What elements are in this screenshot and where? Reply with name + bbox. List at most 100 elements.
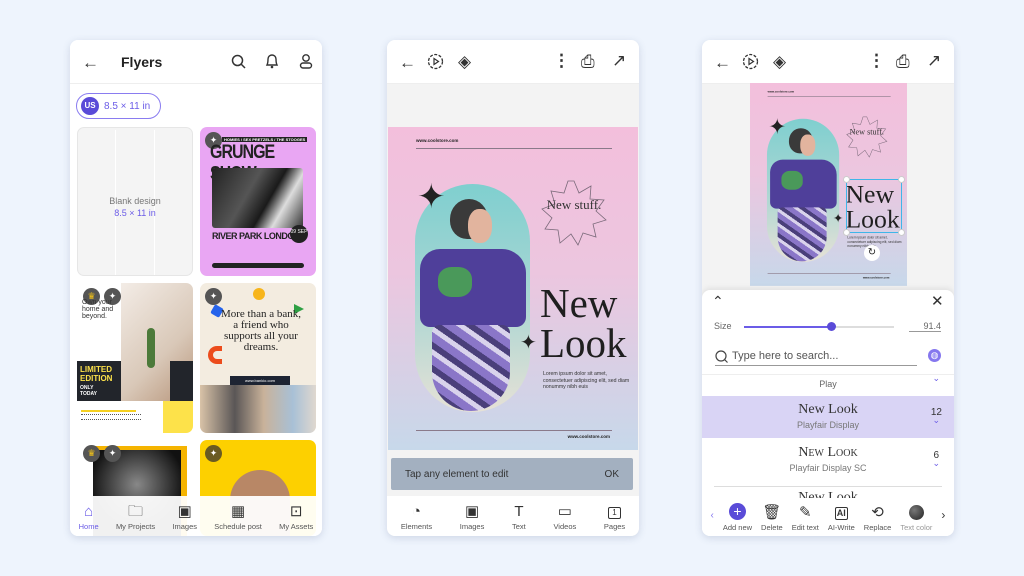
nav-my-assets[interactable]: ⊡ My Assets (279, 504, 313, 531)
template-limited-edition[interactable]: ♛ ✦ Own your home and beyond. LIMITED ED… (77, 283, 193, 433)
headline-look[interactable]: Look (540, 323, 627, 364)
limited-box: LIMITED EDITION ONLY TODAY (77, 361, 121, 401)
globe-icon[interactable]: ◍ (928, 349, 941, 362)
tool-label: Replace (863, 523, 892, 532)
layers-icon[interactable]: ◈ (458, 53, 471, 70)
date-badge: 09 SEP (290, 225, 308, 243)
chevron-down-icon[interactable]: ⌄ (932, 458, 940, 469)
person-shorts (777, 207, 827, 262)
profile-icon[interactable] (299, 53, 313, 69)
chip-label: 8.5 × 11 in (104, 100, 151, 112)
editor-toolbar: ← ◈ ⋮ ⎙ ↗ (387, 40, 639, 84)
back-arrow-icon[interactable]: ← (82, 54, 99, 71)
bell-icon[interactable] (265, 53, 279, 69)
nav-images[interactable]: ▣ Images (172, 504, 197, 531)
magic-icon: ✦ (205, 445, 222, 462)
tool-edit-text[interactable]: ✎ Edit text (792, 505, 819, 532)
shapes-icon: ◔ (411, 503, 421, 520)
size-value-input[interactable]: 91.4 (909, 321, 941, 332)
flyer-url: www.coolstore.com (767, 89, 795, 94)
blank-design-card[interactable]: Blank design 8.5 × 11 in (77, 127, 193, 276)
tool-label: Add new (722, 523, 753, 532)
video-icon: ▭ (557, 503, 572, 520)
slider-handle[interactable] (827, 322, 836, 331)
chevron-up-icon[interactable]: ⌃ (712, 294, 724, 308)
tool-delete[interactable]: 🗑 Delete (761, 505, 783, 532)
tool-text[interactable]: T Text (512, 504, 526, 531)
nav-schedule-post[interactable]: ▦ Schedule post (214, 504, 262, 531)
headline-new[interactable]: New (540, 283, 617, 324)
flyers-screen: ← Flyers US 8.5 × 11 in Blank design 8.5… (70, 40, 322, 536)
preview-play-icon[interactable] (427, 53, 444, 70)
region-badge: US (81, 97, 99, 115)
editor-screen: ← ◈ ⋮ ⎙ ↗ www.coolstore.com ✦ ✦ New stuf… (387, 40, 639, 536)
preview-play-icon[interactable] (742, 53, 759, 70)
back-arrow-icon[interactable]: ← (399, 54, 416, 71)
share-external-icon[interactable]: ↗ (927, 52, 941, 69)
template-grunge-show[interactable]: ✦ HOMIES / SEX PRETZELS / THE STOOGES GR… (200, 127, 316, 276)
share-external-icon[interactable]: ↗ (612, 52, 626, 69)
template-subtitle: RIVER PARK LONDON (212, 231, 300, 241)
nav-label: Images (172, 522, 198, 531)
size-slider[interactable] (744, 322, 894, 331)
tool-videos[interactable]: ▭ Videos (553, 504, 576, 531)
tool-add-new[interactable]: + Add new (723, 503, 752, 532)
image-icon: ▣ (464, 503, 480, 520)
search-icon[interactable] (231, 54, 246, 69)
font-item-playfair-display-sc[interactable]: New Look Playfair Display SC 6 ⌄ (702, 440, 954, 482)
flyer-canvas[interactable]: www.coolstore.com ✦ ✦ New stuff. New Loo… (388, 127, 638, 450)
template-bank[interactable]: ✦ More than a bank, a friend who support… (200, 283, 316, 433)
magic-icon: ✦ (104, 445, 121, 462)
font-preview: New Look (798, 445, 858, 460)
tool-text-color[interactable]: Text color (900, 505, 932, 532)
sparkle-icon: ✦ (768, 115, 787, 139)
tool-label: Elements (400, 522, 433, 531)
template-headline: More than a bank, a friend who supports … (220, 308, 302, 353)
nav-my-projects[interactable]: 🗀 My Projects (116, 504, 155, 531)
font-preview: Play (819, 379, 837, 389)
tool-label: Pages (603, 522, 626, 531)
tool-label: AI-Write (827, 523, 855, 532)
flyer-url: www.coolstore.com (567, 434, 610, 439)
search-icon (715, 349, 728, 363)
size-chip[interactable]: US 8.5 × 11 in (76, 93, 162, 119)
tool-ai-write[interactable]: AI AI-Write (828, 507, 855, 532)
tool-label: Edit text (791, 523, 819, 532)
scroll-right-icon[interactable]: › (941, 508, 945, 522)
tool-images[interactable]: ▣ Images (460, 504, 485, 531)
close-icon[interactable]: ✕ (931, 294, 944, 309)
font-item-play[interactable]: Play ⌄ (702, 373, 954, 395)
more-vertical-icon[interactable]: ⋮ (553, 52, 570, 69)
tool-pages[interactable]: 1 Pages (604, 507, 625, 531)
font-item-playfair-display[interactable]: New Look Playfair Display 12 ⌄ (702, 396, 954, 438)
tool-label: Images (459, 522, 485, 531)
chevron-down-icon[interactable]: ⌄ (932, 373, 940, 384)
back-arrow-icon[interactable]: ← (714, 54, 731, 71)
starburst-shape (846, 116, 888, 158)
ai-icon: AI (834, 507, 848, 520)
print-icon[interactable]: ⎙ (896, 53, 910, 70)
selection-box[interactable] (843, 176, 905, 236)
sparkle-icon: ✦ (417, 178, 446, 216)
burst-text: New stuff. (849, 126, 884, 137)
print-icon[interactable]: ⎙ (581, 53, 595, 70)
font-editor-screen: ← ◈ ⋮ ⎙ ↗ www.coolstore.com ✦ ✦ New stuf… (702, 40, 954, 536)
starburst-shape (541, 180, 607, 246)
rotate-icon[interactable]: ↻ (864, 245, 880, 261)
scroll-left-icon[interactable]: ‹ (711, 510, 714, 521)
person-shorts (432, 325, 510, 411)
nav-home[interactable]: ⌂ Home (79, 504, 99, 531)
layers-icon[interactable]: ◈ (773, 53, 786, 70)
flyer-url: www.coolstore.com (862, 275, 890, 279)
band-photo (212, 168, 303, 228)
toast-ok-button[interactable]: OK (605, 469, 619, 480)
more-vertical-icon[interactable]: ⋮ (868, 52, 885, 69)
font-search-input[interactable]: Type here to search... (715, 347, 917, 366)
nav-label: Home (78, 522, 99, 531)
tool-label: Text color (900, 523, 933, 532)
tool-label: Delete (761, 523, 783, 532)
text-icon: T (514, 503, 524, 520)
tool-elements[interactable]: ◔ Elements (401, 504, 432, 531)
chevron-down-icon[interactable]: ⌄ (932, 415, 940, 426)
tool-replace[interactable]: ⟲ Replace (864, 505, 892, 532)
